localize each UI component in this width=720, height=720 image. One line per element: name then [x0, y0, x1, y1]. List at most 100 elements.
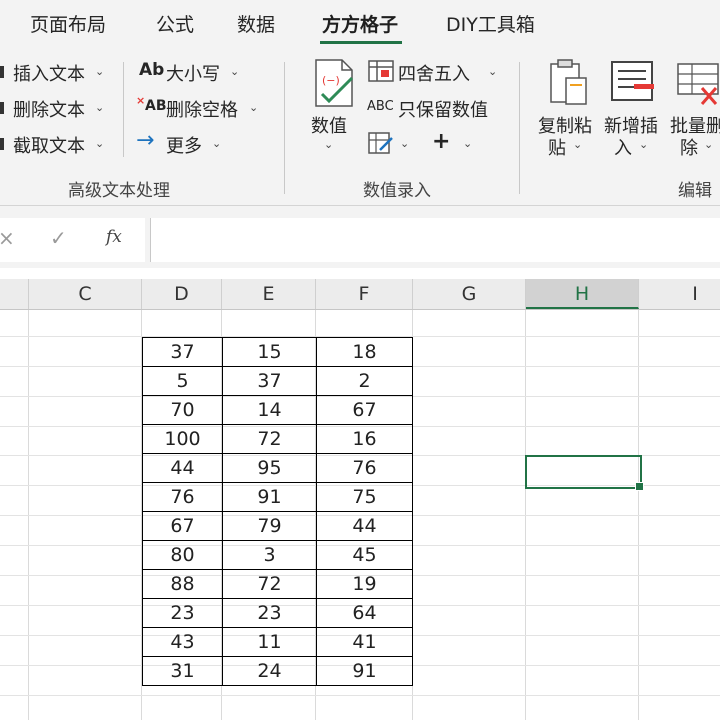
- ribbon-group-divider: [284, 62, 285, 194]
- new-insert-button-line2[interactable]: 入: [614, 134, 632, 160]
- table-cell[interactable]: 3: [222, 540, 317, 570]
- chevron-down-icon[interactable]: ⌄: [95, 65, 104, 78]
- tab-formulas[interactable]: 公式: [156, 10, 194, 37]
- table-cell[interactable]: 76: [142, 482, 223, 512]
- tab-diy-toolbox[interactable]: DIY工具箱: [446, 10, 535, 37]
- column-header-i[interactable]: I: [639, 279, 720, 309]
- table-cell[interactable]: 95: [222, 453, 317, 483]
- extract-text-button[interactable]: 截取文本: [13, 132, 85, 158]
- table-cell[interactable]: 16: [316, 424, 413, 454]
- table-cell[interactable]: 80: [142, 540, 223, 570]
- edit-table-icon[interactable]: [368, 132, 394, 154]
- column-header-c[interactable]: C: [29, 279, 142, 309]
- formula-input[interactable]: [150, 218, 720, 262]
- arrow-right-icon: →: [136, 128, 155, 153]
- clipboard-icon[interactable]: [548, 58, 592, 108]
- case-button[interactable]: 大小写: [166, 60, 220, 86]
- chevron-down-icon[interactable]: ⌄: [212, 137, 221, 150]
- round-button[interactable]: 四舍五入: [398, 60, 470, 86]
- table-cell[interactable]: 41: [316, 627, 413, 657]
- active-cell-h6[interactable]: [525, 455, 642, 489]
- column-header-g[interactable]: G: [413, 279, 526, 309]
- table-cell[interactable]: 67: [142, 511, 223, 541]
- value-icon[interactable]: (−): [312, 58, 356, 108]
- add-button[interactable]: +: [432, 129, 450, 154]
- table-cell[interactable]: 79: [222, 511, 317, 541]
- chevron-down-icon[interactable]: ⌄: [95, 137, 104, 150]
- fill-handle[interactable]: [635, 482, 644, 491]
- chevron-down-icon[interactable]: ⌄: [230, 65, 239, 78]
- chevron-down-icon[interactable]: ⌄: [573, 138, 582, 151]
- tab-page-layout[interactable]: 页面布局: [30, 10, 106, 37]
- table-cell[interactable]: 72: [222, 569, 317, 599]
- insert-text-button[interactable]: 插入文本: [13, 60, 85, 86]
- column-header-d[interactable]: D: [142, 279, 222, 309]
- table-cell[interactable]: 15: [222, 337, 317, 367]
- table-cell[interactable]: 91: [316, 656, 413, 686]
- delete-space-x-icon: ×: [136, 94, 146, 107]
- table-cell[interactable]: 2: [316, 366, 413, 396]
- table-cell[interactable]: 100: [142, 424, 223, 454]
- table-cell[interactable]: 91: [222, 482, 317, 512]
- chevron-down-icon[interactable]: ⌄: [463, 137, 472, 150]
- copy-paste-button-line2[interactable]: 贴: [548, 134, 566, 160]
- column-header-e[interactable]: E: [222, 279, 316, 309]
- group-label-text: 数值录入: [363, 181, 431, 201]
- table-cell[interactable]: 11: [222, 627, 317, 657]
- table-cell[interactable]: 18: [316, 337, 413, 367]
- select-all-corner[interactable]: [0, 279, 29, 309]
- table-cell[interactable]: 5: [142, 366, 223, 396]
- table-cell[interactable]: 19: [316, 569, 413, 599]
- table-cell[interactable]: 37: [222, 366, 317, 396]
- batch-delete-icon[interactable]: [676, 62, 720, 106]
- batch-delete-button-line2[interactable]: 除: [680, 134, 698, 160]
- table-cell[interactable]: 23: [142, 598, 223, 628]
- insert-function-icon[interactable]: fx: [106, 227, 122, 247]
- cancel-icon[interactable]: ×: [0, 226, 15, 250]
- chevron-down-icon[interactable]: ⌄: [249, 101, 258, 114]
- table-cell[interactable]: 23: [222, 598, 317, 628]
- table-cell[interactable]: 70: [142, 395, 223, 425]
- chevron-down-icon[interactable]: ⌄: [639, 138, 648, 151]
- delete-space-icon: AB: [145, 98, 167, 114]
- tab-fangfangezi[interactable]: 方方格子: [322, 10, 398, 37]
- table-cell[interactable]: 31: [142, 656, 223, 686]
- table-row: 88 72 19: [142, 569, 413, 599]
- chevron-down-icon[interactable]: ⌄: [95, 101, 104, 114]
- table-row: 23 23 64: [142, 598, 413, 628]
- chevron-down-icon[interactable]: ⌄: [400, 137, 409, 150]
- delete-text-icon: [0, 102, 4, 114]
- table-cell[interactable]: 44: [316, 511, 413, 541]
- group-label-text: 高级文本处理: [68, 181, 170, 201]
- table-cell[interactable]: 14: [222, 395, 317, 425]
- tab-data[interactable]: 数据: [237, 10, 275, 37]
- delete-space-button[interactable]: 删除空格: [166, 96, 238, 122]
- table-cell[interactable]: 37: [142, 337, 223, 367]
- table-cell[interactable]: 75: [316, 482, 413, 512]
- table-row: 43 11 41: [142, 627, 413, 657]
- more-button[interactable]: 更多: [166, 132, 202, 158]
- table-cell[interactable]: 43: [142, 627, 223, 657]
- chevron-down-icon[interactable]: ⌄: [324, 138, 333, 151]
- delete-text-button[interactable]: 删除文本: [13, 96, 85, 122]
- table-cell[interactable]: 24: [222, 656, 317, 686]
- chevron-down-icon[interactable]: ⌄: [488, 65, 497, 78]
- insert-text-icon: [0, 66, 4, 78]
- table-cell[interactable]: 67: [316, 395, 413, 425]
- column-header-f[interactable]: F: [316, 279, 413, 309]
- table-cell[interactable]: 64: [316, 598, 413, 628]
- value-button[interactable]: 数值: [311, 112, 347, 138]
- column-header-h[interactable]: H: [526, 279, 639, 309]
- table-cell[interactable]: 45: [316, 540, 413, 570]
- table-cell[interactable]: 72: [222, 424, 317, 454]
- table-cell[interactable]: 88: [142, 569, 223, 599]
- table-cell[interactable]: 76: [316, 453, 413, 483]
- confirm-icon[interactable]: ✓: [50, 226, 67, 250]
- insert-rows-icon[interactable]: [610, 60, 656, 104]
- formula-bar-controls: [0, 218, 145, 262]
- ribbon-divider: [123, 62, 124, 157]
- table-cell[interactable]: 44: [142, 453, 223, 483]
- keep-number-button[interactable]: 只保留数值: [398, 96, 488, 122]
- table-row: 76 91 75: [142, 482, 413, 512]
- chevron-down-icon[interactable]: ⌄: [704, 138, 713, 151]
